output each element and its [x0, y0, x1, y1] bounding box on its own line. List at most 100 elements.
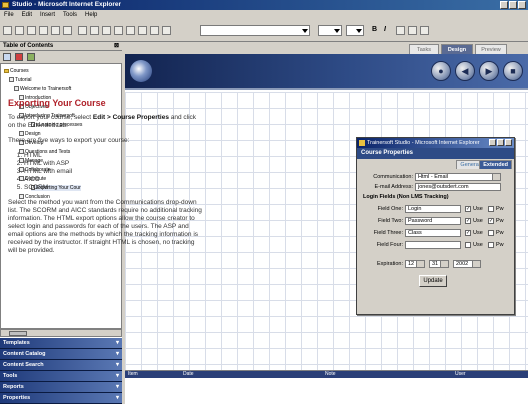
expand-icon[interactable] — [14, 86, 19, 92]
course-banner: ● ◀ ▶ ■ — [125, 54, 528, 90]
align-left-icon[interactable] — [396, 26, 405, 35]
field-one-pw-checkbox[interactable] — [488, 206, 494, 212]
field-one-use-checkbox[interactable]: ✓ — [465, 206, 471, 212]
panel-content-catalog[interactable]: Content Catalog — [0, 349, 122, 360]
tree-node[interactable]: Welcome to Trainersoft — [14, 86, 71, 92]
field-three-label: Field Three: — [373, 230, 403, 236]
toc-page-icon[interactable] — [27, 53, 35, 61]
field-two-use-checkbox[interactable]: ✓ — [465, 218, 471, 224]
align-center-icon[interactable] — [408, 26, 417, 35]
column-header-date[interactable]: Date — [183, 371, 194, 378]
expand-icon[interactable] — [9, 77, 14, 83]
tab-tasks[interactable]: Tasks — [409, 44, 439, 54]
cut-icon[interactable] — [78, 26, 87, 35]
login-fields-section-title: Login Fields (Non LMS Tracking) — [363, 194, 449, 200]
menu-tools[interactable]: Tools — [63, 10, 77, 20]
toc-close-icon[interactable]: ⊠ — [114, 42, 119, 51]
tree-node[interactable]: Courses — [4, 68, 29, 74]
toc-toolbar — [0, 51, 122, 63]
color-select[interactable] — [346, 25, 364, 36]
pw-label: Pw — [496, 242, 504, 248]
paste-icon[interactable] — [39, 26, 48, 35]
communication-select[interactable]: Html - Email — [415, 173, 501, 181]
field-two-input[interactable]: Password — [405, 217, 461, 225]
column-header-user[interactable]: User — [455, 371, 466, 378]
dialog-minimize-button[interactable] — [489, 139, 496, 146]
menu-file[interactable]: File — [4, 10, 14, 20]
globe-icon[interactable] — [126, 26, 135, 35]
menu-help[interactable]: Help — [85, 10, 97, 20]
field-four-pw-checkbox[interactable] — [488, 242, 494, 248]
upload-icon[interactable] — [63, 26, 72, 35]
panel-properties[interactable]: Properties — [0, 393, 122, 404]
expiration-month-select[interactable]: 12 — [405, 260, 425, 268]
panel-tools[interactable]: Tools — [0, 371, 122, 382]
dialog-maximize-button[interactable] — [497, 139, 504, 146]
ie-icon — [2, 2, 9, 8]
exit-nav-icon[interactable]: ■ — [503, 61, 523, 81]
email-field[interactable]: jones@outsdert.com — [415, 183, 501, 191]
dialog-header: Course Properties — [357, 148, 514, 159]
help-icon[interactable] — [162, 26, 171, 35]
bottom-table-header: Item Date Note User — [125, 371, 528, 378]
field-three-pw-checkbox[interactable] — [488, 230, 494, 236]
toc-view-icon[interactable] — [3, 53, 11, 61]
field-one-input[interactable]: Login — [405, 205, 461, 213]
tree-node[interactable]: Tutorial — [9, 77, 32, 83]
column-header-note[interactable]: Note — [325, 371, 336, 378]
panel-reports[interactable]: Reports — [0, 382, 122, 393]
field-three-use-checkbox[interactable]: ✓ — [465, 230, 471, 236]
pw-label: Pw — [496, 218, 504, 224]
dialog-close-button[interactable] — [505, 139, 512, 146]
bottom-pane: Item Date Note User — [125, 370, 528, 404]
forward-nav-icon[interactable]: ▶ — [479, 61, 499, 81]
expiration-year-select[interactable]: 2002 — [453, 260, 481, 268]
field-four-use-checkbox[interactable] — [465, 242, 471, 248]
style-select[interactable] — [200, 25, 310, 36]
bold-icon[interactable]: B — [372, 26, 377, 33]
close-button[interactable] — [518, 1, 526, 9]
field-three-input[interactable]: Class — [405, 229, 461, 237]
panel-stack: Templates Content Catalog Content Search… — [0, 338, 122, 404]
field-two-pw-checkbox[interactable]: ✓ — [488, 218, 494, 224]
save-icon[interactable] — [51, 26, 60, 35]
panel-templates[interactable]: Templates — [0, 338, 122, 349]
properties-icon[interactable] — [150, 26, 159, 35]
page-content[interactable]: Exporting Your Course To export your cou… — [8, 98, 203, 262]
update-button[interactable]: Update — [419, 275, 447, 287]
tab-design[interactable]: Design — [441, 44, 473, 54]
italic-icon[interactable]: I — [384, 26, 386, 33]
scroll-thumb[interactable] — [9, 331, 27, 336]
image-icon[interactable] — [90, 26, 99, 35]
pw-label: Pw — [496, 230, 504, 236]
toolbar: B I — [0, 20, 528, 42]
menu-edit[interactable]: Edit — [22, 10, 32, 20]
font-size-select[interactable] — [318, 25, 342, 36]
menu-insert[interactable]: Insert — [40, 10, 55, 20]
window-title: Studio - Microsoft Internet Explorer — [12, 1, 122, 8]
back-nav-icon[interactable]: ◀ — [455, 61, 475, 81]
new-icon[interactable] — [3, 26, 12, 35]
toc-add-icon[interactable] — [15, 53, 23, 61]
dialog-app-icon — [359, 140, 365, 146]
panel-content-search[interactable]: Content Search — [0, 360, 122, 371]
maximize-button[interactable] — [509, 1, 517, 9]
table-icon[interactable] — [102, 26, 111, 35]
align-right-icon[interactable] — [420, 26, 429, 35]
field-four-input[interactable] — [405, 241, 461, 249]
open-icon[interactable] — [15, 26, 24, 35]
column-header-item[interactable]: Item — [128, 371, 138, 378]
pw-label: Pw — [496, 206, 504, 212]
minimize-button[interactable] — [500, 1, 508, 9]
copy-icon[interactable] — [27, 26, 36, 35]
home-nav-icon[interactable]: ● — [431, 61, 451, 81]
tab-preview[interactable]: Preview — [475, 44, 507, 54]
grid-icon[interactable] — [114, 26, 123, 35]
menu-bar: File Edit Insert Tools Help — [0, 10, 528, 20]
expiration-day-select[interactable]: 31 — [429, 260, 449, 268]
dialog-tabs: General Extended — [357, 159, 514, 169]
tab-extended[interactable]: Extended — [479, 160, 512, 169]
email-label: E-mail Address: — [374, 184, 413, 190]
toc-horizontal-scrollbar[interactable] — [0, 329, 122, 337]
link-icon[interactable] — [138, 26, 147, 35]
